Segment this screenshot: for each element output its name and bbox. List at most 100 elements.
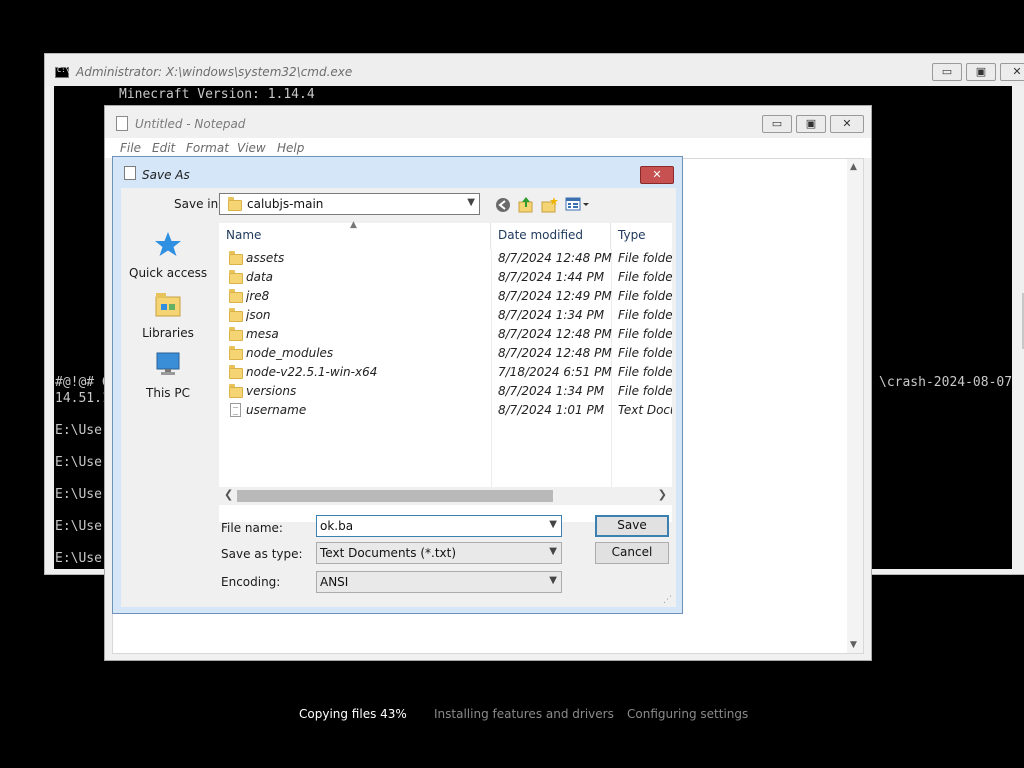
resize-grip-icon[interactable]: ⋰ xyxy=(663,595,672,605)
chevron-down-icon[interactable]: ▼ xyxy=(467,197,475,208)
menu-help[interactable]: Help xyxy=(277,141,304,155)
notepad-minimize-button[interactable]: ▭ xyxy=(762,115,792,133)
file-name: assets xyxy=(246,251,285,265)
setup-step-configuring: Configuring settings xyxy=(627,707,749,721)
save-as-close-button[interactable]: ✕ xyxy=(640,166,674,184)
up-folder-icon[interactable] xyxy=(518,196,534,213)
cmd-title: Administrator: X:\windows\system32\cmd.e… xyxy=(76,65,353,79)
file-name: node-v22.5.1-win-x64 xyxy=(246,365,378,379)
save-button[interactable]: Save xyxy=(595,515,669,537)
folder-icon xyxy=(229,346,243,360)
chevron-down-icon[interactable]: ▼ xyxy=(549,546,557,557)
console-line: 14.51.1 xyxy=(55,391,110,406)
file-name-value: ok.ba xyxy=(320,519,354,533)
file-list-row[interactable]: data 8/7/2024 1:44 PM File folder xyxy=(219,268,672,287)
notepad-vertical-scrollbar[interactable]: ▲ ▼ xyxy=(847,159,863,653)
file-date: 8/7/2024 1:01 PM xyxy=(498,403,605,417)
menu-edit[interactable]: Edit xyxy=(152,141,175,155)
file-list-row[interactable]: node_modules 8/7/2024 12:48 PM File folder xyxy=(219,344,672,363)
view-menu-icon[interactable] xyxy=(565,197,591,212)
new-folder-icon[interactable] xyxy=(541,196,558,213)
notepad-icon xyxy=(124,166,136,180)
place-this-pc[interactable]: This PC xyxy=(129,350,207,400)
file-type: File folder xyxy=(618,327,672,341)
cmd-close-button[interactable]: ✕ xyxy=(1000,63,1024,81)
save-as-type-select[interactable]: Text Documents (*.txt) ▼ xyxy=(316,542,562,564)
file-date: 8/7/2024 12:48 PM xyxy=(498,251,612,265)
menu-format[interactable]: Format xyxy=(186,141,229,155)
libraries-icon xyxy=(155,293,181,317)
folder-icon xyxy=(229,327,243,341)
file-type: File folder xyxy=(618,346,672,360)
file-type: File folder xyxy=(618,270,672,284)
cmd-titlebar[interactable]: Administrator: X:\windows\system32\cmd.e… xyxy=(45,54,1024,86)
place-quick-access[interactable]: Quick access xyxy=(129,230,207,280)
back-icon[interactable] xyxy=(495,197,511,213)
text-document-icon xyxy=(230,403,241,417)
save-as-dialog[interactable]: Save As ✕ Save in: calubjs-main ▼ Quick … xyxy=(112,156,683,614)
file-list-horizontal-scrollbar[interactable]: ❮ ❯ xyxy=(219,487,672,505)
console-line: E:\User xyxy=(55,519,110,534)
file-date: 7/18/2024 6:51 PM xyxy=(498,365,612,379)
setup-step-copying: Copying files 43% xyxy=(299,707,407,721)
save-as-titlebar[interactable]: Save As ✕ xyxy=(113,157,682,188)
place-label: Libraries xyxy=(142,326,194,340)
folder-icon xyxy=(229,270,243,284)
h-scroll-thumb[interactable] xyxy=(237,490,553,502)
console-icon xyxy=(55,66,70,78)
notepad-icon xyxy=(116,116,128,131)
folder-icon xyxy=(229,365,243,379)
file-name: username xyxy=(246,403,307,417)
notepad-maximize-button[interactable]: ▣ xyxy=(796,115,826,133)
notepad-titlebar[interactable]: Untitled - Notepad ▭ ▣ ✕ xyxy=(105,106,871,138)
menu-file[interactable]: File xyxy=(120,141,141,155)
scroll-right-icon[interactable]: ❯ xyxy=(658,488,667,501)
file-date: 8/7/2024 12:48 PM xyxy=(498,327,612,341)
scroll-up-icon[interactable]: ▲ xyxy=(850,162,857,172)
file-type: File folder xyxy=(618,251,672,265)
file-name: jre8 xyxy=(246,289,270,303)
file-list-row[interactable]: jre8 8/7/2024 12:49 PM File folder xyxy=(219,287,672,306)
cmd-vertical-scrollbar[interactable] xyxy=(1019,86,1024,569)
column-header-name[interactable]: Name xyxy=(219,223,491,249)
scroll-left-icon[interactable]: ❮ xyxy=(224,488,233,501)
folder-icon xyxy=(228,197,242,211)
save-as-title: Save As xyxy=(142,168,190,182)
encoding-value: ANSI xyxy=(320,575,349,589)
file-list-row[interactable]: assets 8/7/2024 12:48 PM File folder xyxy=(219,249,672,268)
chevron-down-icon[interactable]: ▼ xyxy=(549,575,557,586)
column-header-date[interactable]: Date modified xyxy=(491,223,611,249)
console-line: E:\User xyxy=(55,551,110,566)
cancel-button[interactable]: Cancel xyxy=(595,542,669,564)
notepad-close-button[interactable]: ✕ xyxy=(830,115,864,133)
console-line: #@!@# G xyxy=(55,375,110,390)
save-as-client: Save in: calubjs-main ▼ Quick access Lib… xyxy=(121,188,676,607)
save-in-combo[interactable]: calubjs-main ▼ xyxy=(219,193,480,215)
save-in-value: calubjs-main xyxy=(247,197,324,211)
notepad-menubar: File Edit Format View Help xyxy=(105,138,871,158)
place-label: This PC xyxy=(146,386,190,400)
folder-icon xyxy=(229,289,243,303)
file-list[interactable]: ▲ Name Date modified Type assets 8/7/2024… xyxy=(219,220,672,522)
console-line-fragment: \crash-2024-08-07_ xyxy=(879,375,1012,390)
file-list-row[interactable]: mesa 8/7/2024 12:48 PM File folder xyxy=(219,325,672,344)
file-name: versions xyxy=(246,384,297,398)
file-list-row[interactable]: node-v22.5.1-win-x64 7/18/2024 6:51 PM Fil… xyxy=(219,363,672,382)
folder-icon xyxy=(229,308,243,322)
cmd-maximize-button[interactable]: ▣ xyxy=(966,63,996,81)
file-list-row[interactable]: json 8/7/2024 1:34 PM File folder xyxy=(219,306,672,325)
save-as-type-label: Save as type: xyxy=(221,547,303,561)
menu-view[interactable]: View xyxy=(237,141,266,155)
file-list-row[interactable]: versions 8/7/2024 1:34 PM File folder xyxy=(219,382,672,401)
file-name-input[interactable]: ok.ba ▼ xyxy=(316,515,562,537)
place-libraries[interactable]: Libraries xyxy=(129,290,207,340)
file-type: File folder xyxy=(618,384,672,398)
scroll-down-icon[interactable]: ▼ xyxy=(850,640,857,650)
file-date: 8/7/2024 12:49 PM xyxy=(498,289,612,303)
file-list-row[interactable]: username 8/7/2024 1:01 PM Text Docu xyxy=(219,401,672,420)
file-type: File folder xyxy=(618,289,672,303)
chevron-down-icon[interactable]: ▼ xyxy=(549,519,557,530)
column-header-type[interactable]: Type xyxy=(611,223,672,249)
cmd-minimize-button[interactable]: ▭ xyxy=(932,63,962,81)
encoding-select[interactable]: ANSI ▼ xyxy=(316,571,562,593)
